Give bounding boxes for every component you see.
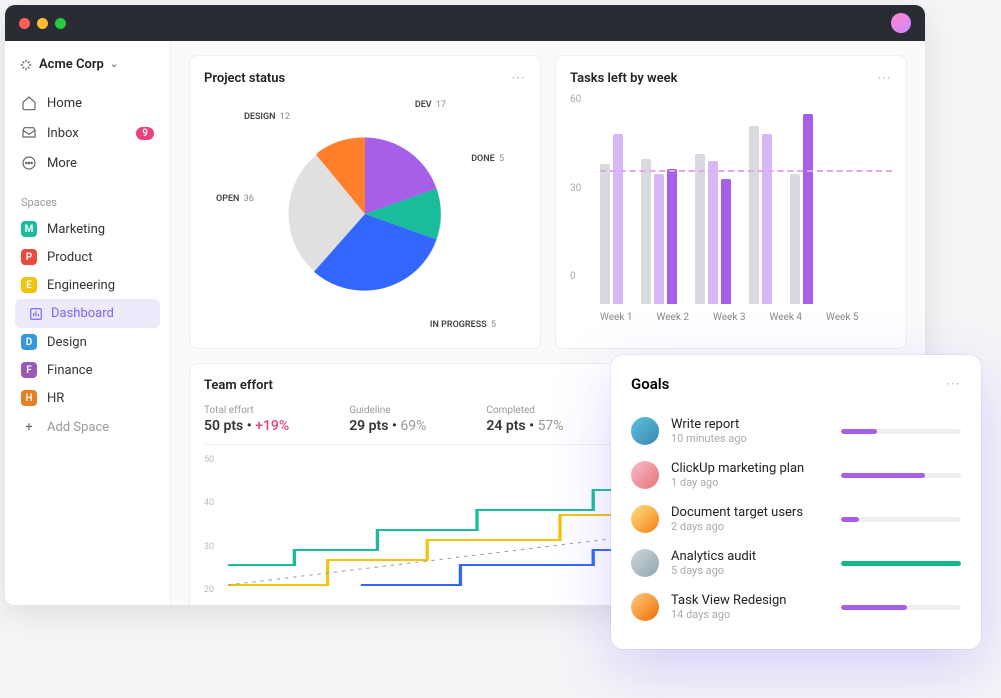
nav-more[interactable]: More	[15, 148, 160, 178]
window-controls[interactable]	[19, 18, 66, 29]
progress-bar	[841, 473, 961, 478]
goal-item[interactable]: Document target users2 days ago	[631, 497, 961, 541]
more-icon	[21, 155, 37, 171]
x-axis: Week 1 Week 2 Week 3 Week 4 Week 5	[570, 312, 892, 323]
space-icon: F	[21, 362, 37, 378]
dashboard-icon	[29, 307, 43, 321]
user-avatar[interactable]	[891, 13, 911, 33]
inbox-icon	[21, 125, 37, 141]
stat-completed: Completed 24 pts • 57%	[486, 405, 563, 434]
spaces-label: Spaces	[21, 196, 160, 209]
nav-home[interactable]: Home	[15, 88, 160, 118]
pie-chart: DESIGN 12 OPEN 36 DEV 17 DONE 5 IN PROGR…	[204, 94, 526, 334]
plus-icon: +	[21, 419, 37, 435]
avatar	[631, 417, 659, 445]
sidebar: Acme Corp ⌄ Home Inbox 9 More Spaces	[5, 41, 171, 605]
stat-guideline: Guideline 29 pts • 69%	[349, 405, 426, 434]
avatar	[631, 593, 659, 621]
space-icon: P	[21, 249, 37, 265]
pie-label-inprogress: IN PROGRESS 5	[430, 320, 496, 330]
stat-total: Total effort 50 pts • +19%	[204, 405, 289, 434]
progress-bar	[841, 605, 961, 610]
chevron-down-icon: ⌄	[110, 59, 118, 70]
avatar	[631, 505, 659, 533]
space-finance[interactable]: FFinance	[15, 356, 160, 384]
y-axis: 60 30 0	[570, 94, 581, 282]
space-product[interactable]: PProduct	[15, 243, 160, 271]
card-title: Project status	[204, 71, 285, 86]
maximize-dot[interactable]	[55, 18, 66, 29]
space-icon: M	[21, 221, 37, 237]
space-icon: E	[21, 277, 37, 293]
space-design[interactable]: DDesign	[15, 328, 160, 356]
dashboard-link[interactable]: Dashboard	[15, 299, 160, 328]
close-dot[interactable]	[19, 18, 30, 29]
workspace-name: Acme Corp	[39, 57, 104, 72]
project-status-card: Project status ⋯ DESIGN 12 OPEN 36 DEV 1…	[189, 55, 541, 349]
goals-title: Goals	[631, 375, 669, 393]
reference-line	[600, 170, 892, 172]
titlebar	[5, 5, 925, 41]
space-icon: H	[21, 390, 37, 406]
goal-item[interactable]: Analytics audit5 days ago	[631, 541, 961, 585]
goals-card: Goals ⋯ Write report10 minutes ago Click…	[611, 355, 981, 649]
space-icon: D	[21, 334, 37, 350]
tasks-left-card: Tasks left by week ⋯ 60 30 0	[555, 55, 907, 349]
pie-label-done: DONE 5	[471, 154, 504, 164]
card-title: Tasks left by week	[570, 71, 678, 86]
workspace-icon	[19, 58, 33, 72]
pie-label-open: OPEN 36	[216, 194, 254, 204]
avatar	[631, 461, 659, 489]
goals-more-button[interactable]: ⋯	[946, 376, 961, 392]
pie-label-dev: DEV 17	[415, 100, 446, 110]
progress-bar	[841, 517, 961, 522]
space-engineering[interactable]: EEngineering	[15, 271, 160, 299]
avatar	[631, 549, 659, 577]
goal-item[interactable]: ClickUp marketing plan1 day ago	[631, 453, 961, 497]
card-more-button[interactable]: ⋯	[877, 70, 892, 86]
workspace-switcher[interactable]: Acme Corp ⌄	[15, 55, 160, 82]
nav-inbox[interactable]: Inbox 9	[15, 118, 160, 148]
card-more-button[interactable]: ⋯	[511, 70, 526, 86]
minimize-dot[interactable]	[37, 18, 48, 29]
goal-item[interactable]: Task View Redesign14 days ago	[631, 585, 961, 629]
progress-bar	[841, 561, 961, 566]
add-space-button[interactable]: + Add Space	[15, 412, 160, 442]
space-marketing[interactable]: MMarketing	[15, 215, 160, 243]
inbox-badge: 9	[136, 127, 154, 140]
home-icon	[21, 95, 37, 111]
space-hr[interactable]: HHR	[15, 384, 160, 412]
progress-bar	[841, 429, 961, 434]
pie-label-design: DESIGN 12	[244, 112, 290, 122]
bar-chart: 60 30 0	[570, 94, 892, 304]
goal-item[interactable]: Write report10 minutes ago	[631, 409, 961, 453]
